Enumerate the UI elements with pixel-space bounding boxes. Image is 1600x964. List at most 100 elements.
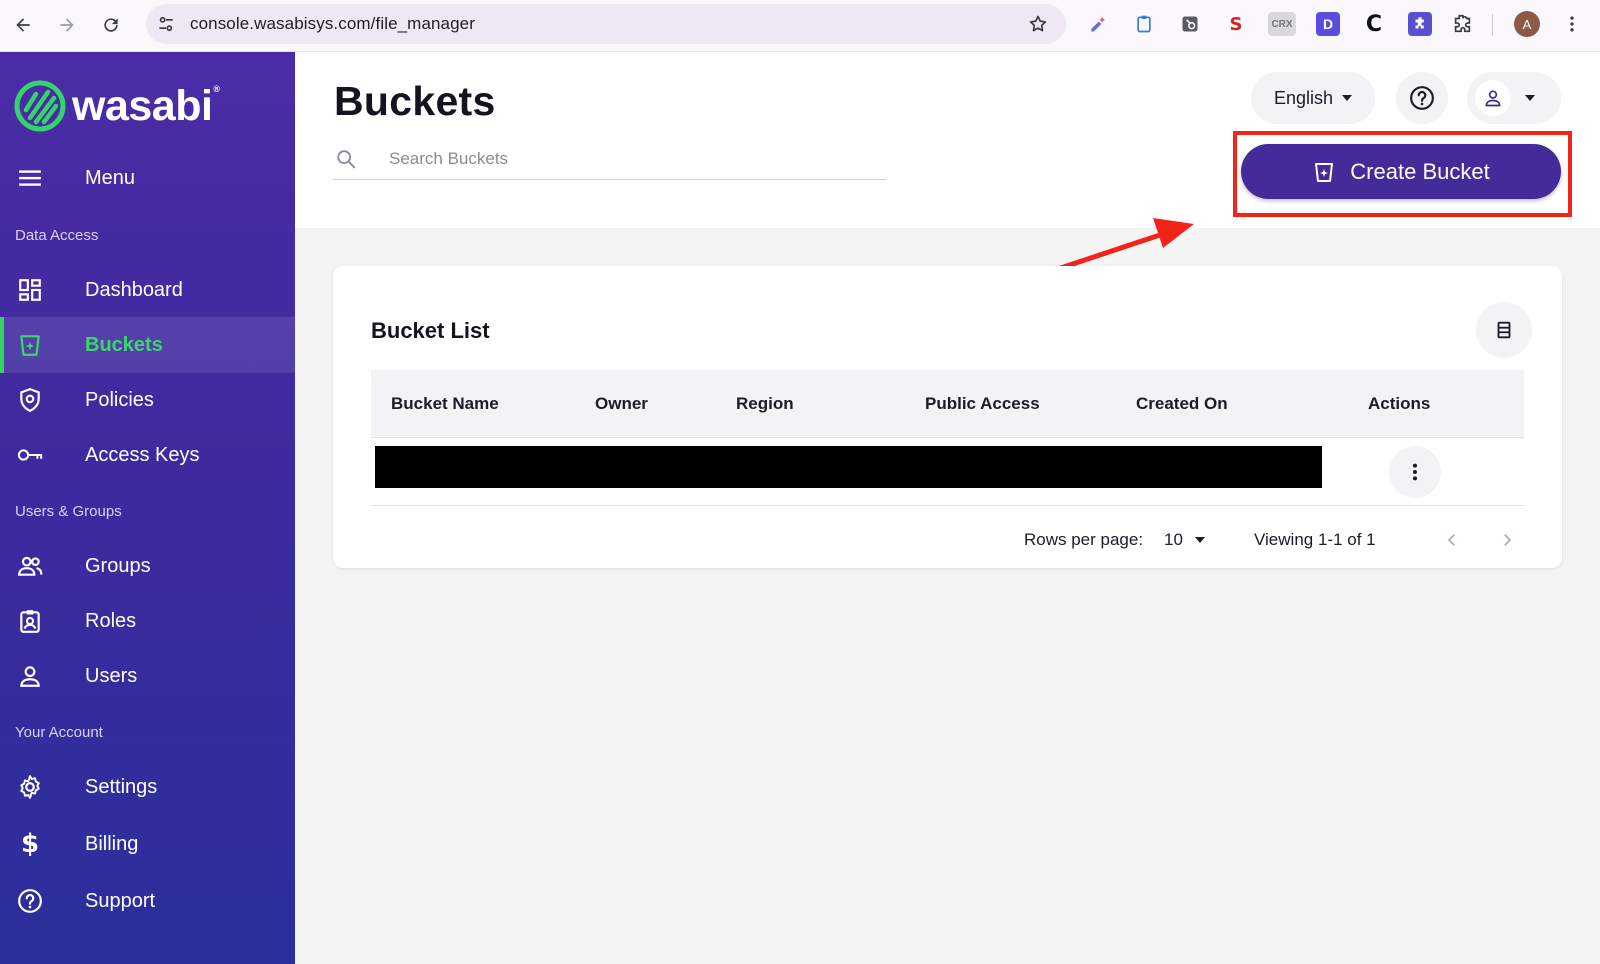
address-bar[interactable]: console.wasabisys.com/file_manager xyxy=(146,4,1066,44)
sidebar-item-support[interactable]: Support xyxy=(0,873,295,929)
pen-extension-icon[interactable] xyxy=(1086,12,1110,36)
rows-per-page-value: 10 xyxy=(1164,530,1183,549)
bucket-list-card: Bucket List Bucket Name Owner Region Pub… xyxy=(333,266,1562,568)
sidebar-item-label: Support xyxy=(85,889,156,912)
rows-per-page-select[interactable]: 10 xyxy=(1164,530,1205,550)
account-menu-button[interactable] xyxy=(1467,72,1561,124)
seo-extension-icon[interactable]: S xyxy=(1224,12,1248,36)
help-icon xyxy=(16,887,44,915)
sidebar-item-groups[interactable]: Groups xyxy=(0,538,295,594)
bucket-list-title: Bucket List xyxy=(371,318,490,343)
redacted-row-content xyxy=(375,446,1322,488)
arrow-right-icon xyxy=(60,18,74,32)
menu-toggle[interactable]: Menu xyxy=(0,154,295,202)
language-select[interactable]: English xyxy=(1251,72,1375,124)
user-icon xyxy=(16,662,44,690)
sidebar-item-dashboard[interactable]: Dashboard xyxy=(0,262,295,318)
main-content: Buckets English Create Bucket Buck xyxy=(295,52,1600,964)
help-button[interactable] xyxy=(1396,72,1448,124)
profile-avatar[interactable]: A xyxy=(1514,11,1540,37)
sidebar-item-label: Settings xyxy=(85,775,158,798)
badge-icon xyxy=(16,607,44,635)
brand-name: wasabi® xyxy=(72,81,220,130)
sidebar-item-label: Policies xyxy=(85,388,154,411)
clipboard-extension-icon[interactable] xyxy=(1132,12,1156,36)
column-header-created-on[interactable]: Created On xyxy=(1136,394,1228,414)
menu-label: Menu xyxy=(85,166,136,189)
column-header-owner[interactable]: Owner xyxy=(595,394,648,414)
rows-per-page-label: Rows per page: xyxy=(1024,530,1144,549)
puzzle-purple-extension-icon[interactable] xyxy=(1408,12,1432,36)
group-icon xyxy=(16,552,44,580)
d-extension-icon[interactable]: D xyxy=(1316,12,1340,36)
wasabi-logo-icon xyxy=(14,80,66,132)
column-header-region[interactable]: Region xyxy=(736,394,794,414)
browser-menu-icon[interactable] xyxy=(1562,12,1582,36)
search-icon xyxy=(337,150,356,169)
more-vertical-icon xyxy=(1412,463,1418,481)
create-bucket-button[interactable]: Create Bucket xyxy=(1241,144,1561,199)
hamburger-menu-icon xyxy=(16,164,44,192)
browser-toolbar: console.wasabisys.com/file_manager S CRX… xyxy=(0,0,1600,52)
dollar-icon: $ xyxy=(20,829,40,859)
column-header-public-access[interactable]: Public Access xyxy=(925,394,1040,414)
reload-button[interactable] xyxy=(96,10,126,40)
sidebar-item-access-keys[interactable]: Access Keys xyxy=(0,427,295,483)
column-settings-button[interactable] xyxy=(1476,302,1532,358)
bookmark-star-icon[interactable] xyxy=(1028,14,1048,34)
chevron-down-icon xyxy=(1525,95,1535,101)
sidebar-item-policies[interactable]: Policies xyxy=(0,372,295,428)
chevron-left-icon xyxy=(1447,534,1455,546)
crx-extension-icon[interactable]: CRX xyxy=(1268,12,1296,36)
sidebar-item-label: Roles xyxy=(85,609,137,632)
help-icon xyxy=(1410,86,1434,110)
viewing-range: Viewing 1-1 of 1 xyxy=(1254,530,1376,549)
back-button[interactable] xyxy=(8,10,38,40)
previous-page-button[interactable] xyxy=(1440,528,1464,552)
column-header-actions: Actions xyxy=(1368,394,1431,413)
sidebar-item-buckets[interactable]: Buckets xyxy=(0,317,295,373)
search-bar xyxy=(333,140,886,180)
url-text: console.wasabisys.com/file_manager xyxy=(190,14,475,33)
sidebar-item-label: Groups xyxy=(85,554,151,577)
user-icon xyxy=(1485,90,1501,107)
key-icon xyxy=(16,441,44,469)
sidebar-item-users[interactable]: Users xyxy=(0,648,295,704)
avatar xyxy=(1475,80,1511,116)
gear-icon xyxy=(16,773,44,801)
forward-button[interactable] xyxy=(52,10,82,40)
bucket-icon xyxy=(1315,162,1334,182)
bucket-icon xyxy=(16,331,44,359)
hubspot-extension-icon[interactable] xyxy=(1178,12,1202,36)
table-row[interactable] xyxy=(371,438,1524,506)
chevron-down-icon xyxy=(1194,537,1205,543)
c-extension-icon[interactable]: C xyxy=(1362,12,1386,37)
arrow-left-icon xyxy=(16,18,30,32)
section-label-data-access: Data Access xyxy=(15,227,99,244)
toolbar-divider xyxy=(1492,14,1493,36)
shield-icon xyxy=(16,386,44,414)
view-columns-icon xyxy=(1497,321,1511,339)
column-header-bucket-name[interactable]: Bucket Name xyxy=(391,394,499,414)
extensions-puzzle-icon[interactable] xyxy=(1450,12,1474,36)
sidebar-item-label: Access Keys xyxy=(85,443,200,466)
dashboard-icon xyxy=(16,276,44,304)
sidebar-item-label: Dashboard xyxy=(85,278,183,301)
table-header: Bucket Name Owner Region Public Access C… xyxy=(371,370,1524,438)
sidebar-item-billing[interactable]: $ Billing xyxy=(0,816,295,872)
brand-logo[interactable]: wasabi® xyxy=(14,80,220,132)
sidebar-item-roles[interactable]: Roles xyxy=(0,593,295,649)
search-input[interactable] xyxy=(389,144,869,174)
sidebar-item-label: Billing xyxy=(85,832,139,855)
pagination: Rows per page: 10 Viewing 1-1 of 1 xyxy=(333,530,1562,554)
chevron-down-icon xyxy=(1342,95,1353,101)
site-settings-icon[interactable] xyxy=(156,14,176,34)
sidebar-item-settings[interactable]: Settings xyxy=(0,759,295,815)
language-label: English xyxy=(1273,87,1334,108)
next-page-button[interactable] xyxy=(1495,528,1519,552)
sidebar-item-label: Buckets xyxy=(85,333,163,356)
row-actions-button[interactable] xyxy=(1389,446,1441,498)
reload-icon xyxy=(104,18,118,32)
sidebar-item-label: Users xyxy=(85,664,138,687)
section-label-users-groups: Users & Groups xyxy=(15,503,122,520)
